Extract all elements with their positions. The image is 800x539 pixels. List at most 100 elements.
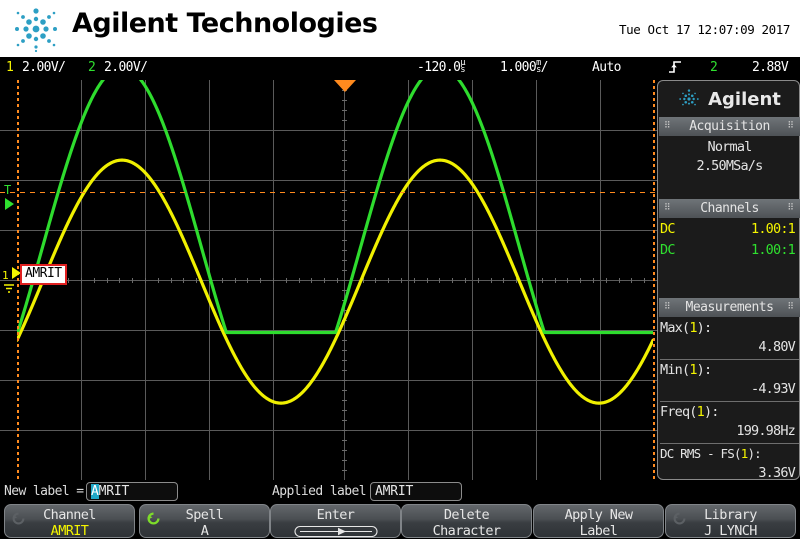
time-delay-value: -120.0 <box>417 60 461 75</box>
ch1-ground-marker-number[interactable]: 1 <box>2 270 9 281</box>
trigger-level-line[interactable] <box>0 192 657 193</box>
measurement-name-end: ): <box>696 320 712 336</box>
softkey-channel[interactable]: Channel AMRIT <box>4 504 135 538</box>
channel-row[interactable]: DC 1.00:1 <box>660 221 799 237</box>
measurement-label[interactable]: Min(1): <box>660 362 799 378</box>
status-ch1-scale[interactable]: 2.00V/ <box>22 60 66 75</box>
measurements-panel-header[interactable]: ⠿ Measurements ⠿ <box>659 298 800 317</box>
new-label-rest: MRIT <box>98 484 130 499</box>
softkey-enter[interactable]: Enter <box>270 504 401 538</box>
sidebar-brand: Agilent <box>658 81 799 117</box>
trigger-position-triangle-icon[interactable] <box>334 80 356 92</box>
agilent-starburst-icon <box>679 89 699 106</box>
measurements-title: Measurements <box>685 300 774 315</box>
grip-dots-icon: ⠿ <box>664 121 672 131</box>
unit-denominator: s <box>536 64 541 75</box>
sidebar-brand-text: Agilent <box>708 88 781 110</box>
measurement-name: Min( <box>660 362 690 378</box>
softkey-spell-title: Spell <box>185 507 224 523</box>
softkey-bar: Channel AMRIT Spell A Enter Delete Chara <box>0 502 800 539</box>
channels-panel-header[interactable]: ⠿ Channels ⠿ <box>659 199 800 218</box>
softkey-apply-new-label[interactable]: Apply New Label <box>533 504 664 538</box>
applied-label-value: AMRIT <box>370 482 462 501</box>
measurement-value: 199.98Hz <box>736 423 795 439</box>
status-trigger-source[interactable]: 2 <box>710 60 718 75</box>
status-ch1-number[interactable]: 1 <box>6 60 14 75</box>
softkey-library-value: J_LYNCH <box>704 523 757 538</box>
softkey-apply-subtitle: Label <box>579 523 618 538</box>
new-label-selected-char: A <box>91 484 99 499</box>
grip-dots-icon: ⠿ <box>787 302 795 312</box>
measurement-name: Freq( <box>660 404 697 420</box>
ch1-coupling: DC <box>660 221 675 237</box>
waveform-grid: T 1 AMRIT <box>0 80 657 480</box>
measurement-value: -4.93V <box>751 381 796 397</box>
status-trigger-level[interactable]: 2.88V <box>752 60 789 75</box>
acquisition-panel-header[interactable]: ⠿ Acquisition ⠿ <box>659 117 800 136</box>
measurement-name: Max( <box>660 320 690 336</box>
channel-row[interactable]: DC 1.00:1 <box>660 242 799 258</box>
ch1-ground-symbol-icon <box>4 284 14 293</box>
status-ch2-number[interactable]: 2 <box>88 60 96 75</box>
measurement-source: 1 <box>689 320 697 336</box>
softkey-enter-title: Enter <box>316 507 355 523</box>
ch1-probe: 1.00:1 <box>751 221 796 237</box>
softkey-spell[interactable]: Spell A <box>139 504 270 538</box>
brand-title: Agilent Technologies <box>72 8 378 39</box>
grip-dots-icon: ⠿ <box>787 203 795 213</box>
plot-left-boundary <box>17 80 19 480</box>
measurement-label[interactable]: DC RMS - FS(1): <box>660 446 799 461</box>
oscilloscope-screen: Agilent Technologies Tue Oct 17 12:07:09… <box>0 0 800 539</box>
ch2-probe: 1.00:1 <box>751 242 796 258</box>
time-delay-unit: μs <box>460 59 465 75</box>
unit-denominator: s <box>460 64 465 75</box>
softkey-delete-title: Delete <box>443 507 490 523</box>
grip-dots-icon: ⠿ <box>787 121 795 131</box>
measurement-value: 3.36V <box>758 465 795 481</box>
channels-title: Channels <box>700 201 759 216</box>
app-header: Agilent Technologies Tue Oct 17 12:07:09… <box>0 0 800 57</box>
softkey-library-title: Library <box>704 507 757 523</box>
status-time-delay[interactable]: -120.0 μ s <box>417 59 465 75</box>
status-ch2-scale[interactable]: 2.00V/ <box>104 60 148 75</box>
ch1-label-box[interactable]: AMRIT <box>20 264 67 286</box>
trace-ch2 <box>17 80 653 335</box>
waveform-traces <box>17 80 653 405</box>
time-div-unit: ms <box>536 59 541 75</box>
softkey-spell-value: A <box>200 523 209 538</box>
measurement-divider <box>660 401 799 402</box>
trigger-level-arrow[interactable] <box>5 198 14 210</box>
softkey-library[interactable]: Library J_LYNCH <box>665 504 796 538</box>
datetime-display: Tue Oct 17 12:07:09 2017 <box>618 22 790 37</box>
enter-arrow-icon <box>294 525 377 537</box>
waveform-display[interactable]: T 1 AMRIT <box>0 80 657 480</box>
acquisition-mode: Normal <box>707 139 753 155</box>
trigger-level-marker-t[interactable]: T <box>4 184 11 196</box>
measurement-label[interactable]: Max(1): <box>660 320 799 336</box>
acquisition-sample-rate: 2.50MSa/s <box>696 158 764 174</box>
label-entry-bar: New label = AMRIT Applied label = AMRIT <box>0 481 800 502</box>
trace-ch1 <box>17 158 653 405</box>
measurement-label[interactable]: Freq(1): <box>660 404 799 420</box>
rising-edge-trigger-icon[interactable] <box>668 59 682 75</box>
new-label-prompt: New label = <box>4 484 84 499</box>
measurement-source: 1 <box>696 404 705 420</box>
grip-dots-icon: ⠿ <box>664 302 672 312</box>
measurement-source: 1 <box>689 362 697 378</box>
measurement-divider <box>660 359 799 360</box>
grip-dots-icon: ⠿ <box>664 203 672 213</box>
acquisition-title: Acquisition <box>689 119 770 134</box>
measurement-divider <box>660 443 799 444</box>
agilent-starburst-icon <box>15 8 57 52</box>
softkey-delete-subtitle: Character <box>432 523 501 538</box>
softkey-channel-value: AMRIT <box>50 523 89 538</box>
softkey-delete-character[interactable]: Delete Character <box>401 504 532 538</box>
status-trigger-mode[interactable]: Auto <box>592 60 622 75</box>
measurement-name-end: ): <box>747 446 761 461</box>
ch2-coupling: DC <box>660 242 675 258</box>
status-time-per-div[interactable]: 1.000 m s / <box>500 59 549 75</box>
softkey-apply-title: Apply New <box>564 507 633 523</box>
measurement-name-end: ): <box>696 362 712 378</box>
time-div-value: 1.000 <box>500 60 537 75</box>
new-label-input[interactable]: AMRIT <box>86 482 178 501</box>
